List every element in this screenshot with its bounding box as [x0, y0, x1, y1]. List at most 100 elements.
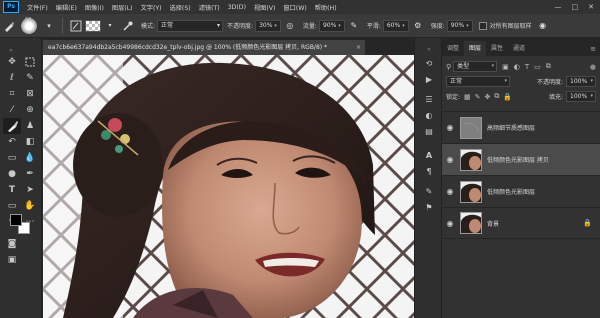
menu-filter[interactable]: 滤镜(T)	[195, 3, 224, 12]
menu-edit[interactable]: 编辑(E)	[52, 3, 81, 12]
adjustments-panel-icon[interactable]: ◐	[421, 108, 437, 122]
lock-transparent-icon[interactable]: ▦	[464, 93, 471, 101]
filter-toggle-icon[interactable]: ●	[590, 63, 596, 71]
lock-artboard-icon[interactable]: ⧉	[494, 92, 499, 101]
layers-panel: 调整 图层 属性 通道 ≡ ⚲ 类型 ▣ ◐ T ▭ ⧉ ● 正常 不透明度: …	[442, 38, 600, 318]
hand-tool-icon[interactable]: ✋	[21, 198, 39, 214]
expand-panels-icon[interactable]: «	[421, 42, 437, 56]
tool-presets-panel-icon[interactable]: ⚑	[421, 200, 437, 214]
chevron-down-icon[interactable]: ▾	[103, 19, 117, 33]
filter-shape-icon[interactable]: ▭	[534, 63, 541, 71]
brush-settings-panel-icon[interactable]: ✎	[421, 184, 437, 198]
frame-tool-icon[interactable]: ⊠	[21, 86, 39, 102]
menu-help[interactable]: 帮助(H)	[311, 3, 341, 12]
character-panel-icon[interactable]: A	[421, 148, 437, 162]
path-selection-tool-icon[interactable]: ➤	[21, 182, 39, 198]
visibility-eye-icon[interactable]: ◉	[442, 187, 458, 196]
layer-row[interactable]: ◉ 低频颜色光影图层 拷贝	[442, 143, 600, 175]
menu-select[interactable]: 选择(S)	[166, 3, 195, 12]
marquee-tool-icon[interactable]	[21, 54, 39, 70]
layer-opacity-field[interactable]: 100%	[566, 76, 596, 87]
move-tool-icon[interactable]: ✥	[3, 54, 21, 70]
lasso-tool-icon[interactable]: ℓ	[3, 70, 21, 86]
toggle-brush-panel-icon[interactable]	[69, 19, 83, 33]
menu-window[interactable]: 窗口(W)	[279, 3, 310, 12]
filter-type-icon[interactable]: T	[525, 63, 529, 71]
sample-all-layers-checkbox[interactable]	[478, 21, 487, 30]
filter-adjustment-icon[interactable]: ◐	[514, 63, 520, 71]
panel-icon-strip: « ⟲ ▶ ☰ ◐ ▤ A ¶ ✎ ⚑	[414, 38, 442, 318]
history-panel-icon[interactable]: ⟲	[421, 56, 437, 70]
filter-smart-object-icon[interactable]: ⧉	[546, 62, 551, 71]
brush-tool-icon[interactable]	[3, 118, 21, 134]
smoothing-field[interactable]: 60% ▾	[382, 19, 409, 32]
eyedropper-tool-icon[interactable]: ⁄	[3, 102, 21, 118]
quick-select-tool-icon[interactable]: ✎	[21, 70, 39, 86]
mode-select[interactable]: 正常	[157, 19, 224, 32]
filter-pixel-icon[interactable]: ▣	[502, 63, 509, 71]
rectangle-tool-icon[interactable]: ▭	[3, 198, 21, 214]
properties-panel-icon[interactable]: ☰	[421, 92, 437, 106]
menu-layer[interactable]: 图层(L)	[108, 3, 137, 12]
visibility-eye-icon[interactable]: ◉	[442, 219, 458, 228]
healing-brush-tool-icon[interactable]: ⊕	[21, 102, 39, 118]
layer-row[interactable]: ◉ 背景 🔒	[442, 207, 600, 239]
lock-image-icon[interactable]: ✎	[475, 93, 481, 101]
pen-tool-icon[interactable]: ✒	[21, 166, 39, 182]
tab-channels[interactable]: 通道	[508, 41, 530, 56]
blur-tool-icon[interactable]: 💧	[21, 150, 39, 166]
libraries-panel-icon[interactable]: ▤	[421, 124, 437, 138]
layer-fill-field[interactable]: 100%	[566, 91, 596, 102]
history-brush-tool-icon[interactable]: ↶	[3, 134, 21, 150]
lock-position-icon[interactable]: ✥	[485, 93, 491, 101]
tab-adjustments[interactable]: 调整	[442, 41, 464, 56]
panel-menu-icon[interactable]: ≡	[590, 45, 596, 53]
paragraph-panel-icon[interactable]: ¶	[421, 164, 437, 178]
flow-field[interactable]: 90% ▾	[318, 19, 345, 32]
close-button[interactable]: ✕	[588, 3, 594, 11]
opacity-field[interactable]: 30% ▾	[255, 19, 281, 32]
document-tab[interactable]: ea7cb6e637a94db2a5cb49986cdcd32e_tplv-ob…	[43, 40, 365, 55]
menu-3d[interactable]: 3D(D)	[224, 4, 250, 11]
sample-icon[interactable]	[121, 19, 135, 33]
menu-image[interactable]: 图像(I)	[81, 3, 108, 12]
gradient-tool-icon[interactable]: ▭	[3, 150, 21, 166]
layer-row[interactable]: ◉ 低频颜色光影图层	[442, 175, 600, 207]
document-tab-bar: ea7cb6e637a94db2a5cb49986cdcd32e_tplv-ob…	[43, 38, 414, 55]
menu-view[interactable]: 视图(V)	[250, 3, 279, 12]
lock-all-icon[interactable]: 🔒	[503, 93, 512, 101]
blend-mode-select[interactable]: 正常	[446, 76, 510, 87]
brush-settings-icon[interactable]: ▾	[42, 19, 56, 33]
visibility-eye-icon[interactable]: ◉	[442, 123, 458, 132]
airbrush-icon[interactable]: ✎	[347, 19, 361, 33]
smoothing-options-gear-icon[interactable]: ⚙	[411, 19, 425, 33]
quick-mask-icon[interactable]: ◙	[3, 236, 21, 252]
layer-row[interactable]: ◉ 高频细节质感图层	[442, 111, 600, 143]
screen-mode-icon[interactable]: ▣	[3, 252, 21, 268]
crop-tool-icon[interactable]: ⌗	[3, 86, 21, 102]
maximize-button[interactable]: □	[572, 3, 579, 11]
document-canvas[interactable]	[43, 55, 414, 318]
layer-thumbnail	[460, 180, 482, 203]
tab-layers[interactable]: 图层	[464, 41, 487, 56]
pressure-size-icon[interactable]: ◉	[536, 19, 550, 33]
close-document-icon[interactable]: ×	[356, 40, 361, 55]
tab-properties[interactable]: 属性	[486, 41, 508, 56]
strength-field[interactable]: 90% ▾	[446, 19, 473, 32]
pressure-opacity-icon[interactable]: ◎	[283, 19, 297, 33]
clone-stamp-tool-icon[interactable]: ♟	[21, 118, 39, 134]
layer-name: 低频颜色光影图层 拷贝	[487, 157, 549, 164]
dodge-tool-icon[interactable]: ●	[3, 166, 21, 182]
pattern-swatch[interactable]	[85, 19, 101, 32]
type-tool-icon[interactable]: T	[3, 182, 21, 198]
foreground-color-swatch[interactable]	[10, 214, 22, 226]
minimize-button[interactable]: —	[555, 3, 562, 11]
visibility-eye-icon[interactable]: ◉	[442, 155, 458, 164]
actions-panel-icon[interactable]: ▶	[421, 72, 437, 86]
brush-tool-preset-icon[interactable]	[2, 19, 16, 33]
brush-size-preview[interactable]: 60	[21, 17, 37, 34]
menu-type[interactable]: 文字(Y)	[137, 3, 166, 12]
menu-file[interactable]: 文件(F)	[23, 3, 52, 12]
eraser-tool-icon[interactable]: ◧	[21, 134, 39, 150]
filter-kind-select[interactable]: 类型	[453, 61, 498, 72]
